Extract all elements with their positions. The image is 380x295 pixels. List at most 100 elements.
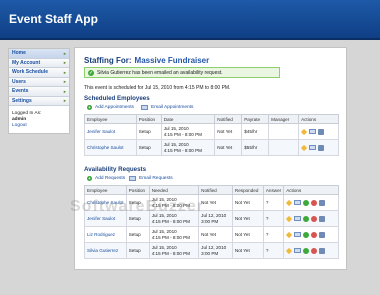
edit-icon[interactable] [300, 144, 308, 151]
availability-table: Employee Position Needed Notified Respon… [84, 185, 339, 259]
employee-link[interactable]: Jenifer Saulot [84, 123, 137, 140]
mail-icon[interactable] [294, 232, 302, 237]
delete-icon[interactable] [319, 247, 326, 254]
edit-icon[interactable] [286, 215, 293, 222]
employee-link[interactable]: Silvia Gutierrez [84, 242, 127, 259]
actions-cell [283, 194, 339, 211]
actions-cell [283, 210, 339, 227]
actions-cell [283, 242, 339, 259]
col-notified[interactable]: Notified [214, 114, 243, 124]
decline-icon[interactable] [311, 215, 318, 222]
position-cell: Setup [125, 242, 150, 259]
sidebar-item-events[interactable]: Events ► [9, 87, 69, 97]
sidebar-item-label: My Account [12, 59, 41, 66]
event-name[interactable]: Massive Fundraiser [135, 56, 210, 65]
responded-cell: Not Yet [231, 242, 264, 259]
sidebar-item-label: Users [12, 78, 26, 85]
actions-cell [283, 226, 339, 243]
col-position[interactable]: Position [125, 185, 150, 195]
sidebar-item-label: Work Schedule [12, 69, 49, 76]
delete-icon[interactable] [319, 199, 326, 206]
manager-cell [268, 139, 300, 156]
col-employee[interactable]: Employee [84, 114, 137, 124]
position-cell: Setup [135, 139, 162, 156]
edit-icon[interactable] [286, 199, 293, 206]
accept-icon[interactable] [303, 199, 310, 206]
col-actions: Actions [298, 114, 339, 124]
needed-cell: Jul 15, 2010 4:15 PM - 8:00 PM [148, 242, 200, 259]
col-notified[interactable]: Notified [198, 185, 233, 195]
col-responded[interactable]: Responded [231, 185, 264, 195]
notified-cell: Not Yet [214, 123, 243, 140]
edit-icon[interactable] [300, 128, 308, 135]
mail-icon[interactable] [309, 129, 317, 134]
table-row: Liz Rodriguez Setup Jul 15, 2010 4:15 PM… [84, 226, 339, 243]
decline-icon[interactable] [311, 247, 318, 254]
add-appointments-link[interactable]: + Add Appointments [87, 105, 134, 110]
accept-icon[interactable] [303, 215, 310, 222]
employee-link[interactable]: Jenifer Saulot [84, 210, 127, 227]
sidebar-item-my-account[interactable]: My Account ► [9, 58, 69, 68]
accept-icon[interactable] [303, 231, 310, 238]
arrow-right-icon: ► [63, 69, 67, 75]
sidebar-item-label: Home [12, 50, 26, 57]
accept-icon[interactable] [303, 247, 310, 254]
notice-text: Silvia Gutierrez has been emailed an ava… [97, 69, 223, 76]
col-answer[interactable]: Answer [262, 185, 285, 195]
add-requests-link[interactable]: + Add Requests [87, 176, 125, 181]
edit-icon[interactable] [286, 231, 293, 238]
delete-icon[interactable] [318, 128, 325, 135]
col-date[interactable]: Date [160, 114, 216, 124]
table-row: Christophe Saulot Setup Jul 15, 2010 4:1… [84, 139, 339, 156]
email-requests-link[interactable]: Email Requests [129, 176, 173, 181]
mail-icon[interactable] [294, 248, 302, 253]
edit-icon[interactable] [286, 247, 293, 254]
col-manager[interactable]: Manager [268, 114, 300, 124]
mail-icon [141, 105, 148, 110]
arrow-right-icon: ► [63, 98, 67, 104]
col-payrate[interactable]: Payrate [241, 114, 270, 124]
sidebar-item-label: Settings [12, 97, 32, 104]
notified-cell: Not Yet [214, 139, 243, 156]
responded-cell: Not Yet [231, 194, 264, 211]
manager-cell [268, 123, 300, 140]
col-employee[interactable]: Employee [84, 185, 127, 195]
decline-icon[interactable] [311, 199, 318, 206]
scheduled-section-title: Scheduled Employees [84, 95, 150, 102]
payrate-cell: $55/hr [241, 139, 270, 156]
mail-icon [129, 176, 136, 181]
app-header: Event Staff App [0, 0, 380, 40]
employee-link[interactable]: Liz Rodriguez [84, 226, 127, 243]
page-title-prefix: Staffing For: [84, 56, 132, 65]
decline-icon[interactable] [311, 231, 318, 238]
mail-icon[interactable] [294, 200, 302, 205]
position-cell: Setup [125, 210, 150, 227]
main-panel: Staffing For: Massive Fundraiser ✓ Silvia… [74, 47, 347, 270]
delete-icon[interactable] [319, 215, 326, 222]
employee-link[interactable]: Christophe Saulot [84, 194, 127, 211]
employee-link[interactable]: Christophe Saulot [84, 139, 137, 156]
position-cell: Setup [135, 123, 162, 140]
table-row: Jenifer Saulot Setup Jul 15, 2010 4:15 P… [84, 210, 339, 227]
delete-icon[interactable] [318, 144, 325, 151]
notified-cell: Jul 12, 2010 3:00 PM [198, 210, 233, 227]
mail-icon[interactable] [309, 145, 317, 150]
actions-cell [298, 123, 339, 140]
mail-icon[interactable] [294, 216, 302, 221]
email-appointments-link[interactable]: Email Appointments [141, 105, 193, 110]
col-needed[interactable]: Needed [148, 185, 200, 195]
answer-cell: ? [262, 194, 285, 211]
delete-icon[interactable] [319, 231, 326, 238]
needed-cell: Jul 15, 2010 4:15 PM - 8:00 PM [148, 226, 200, 243]
logout-link[interactable]: Logout [12, 123, 66, 129]
sidebar-item-settings[interactable]: Settings ► [9, 96, 69, 106]
sidebar-item-work-schedule[interactable]: Work Schedule ► [9, 68, 69, 78]
position-cell: Setup [125, 226, 150, 243]
app-title: Event Staff App [9, 12, 98, 26]
sidebar-item-users[interactable]: Users ► [9, 77, 69, 87]
sidebar-item-home[interactable]: Home ► [9, 49, 69, 59]
email-appointments-label: Email Appointments [151, 105, 194, 110]
arrow-right-icon: ► [63, 50, 67, 56]
col-position[interactable]: Position [135, 114, 162, 124]
notified-cell: Not Yet [198, 194, 233, 211]
